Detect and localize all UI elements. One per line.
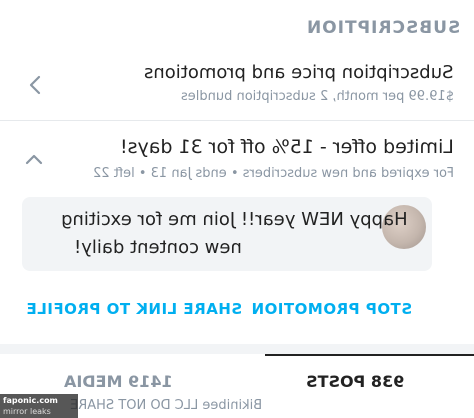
price-subtitle-text: $19.99 per month, 2 subscription bundles xyxy=(181,89,454,104)
footer-caption: Bikinibee LLC DO NOT SHARE xyxy=(70,398,262,413)
tab-posts-text: 938 POSTS xyxy=(306,372,405,391)
offer-subtitle-text: For expired and new subscribers • ends J… xyxy=(92,166,454,181)
tab-media-text: 1419 MEDIA xyxy=(64,372,173,391)
watermark: faponic.com mirror leaks xyxy=(0,394,78,418)
tab-posts-label: 938 POSTS xyxy=(237,372,474,391)
subscription-page: SUBSCRIPTION Subscription price and prom… xyxy=(0,0,474,418)
promotion-message-bubble: Happy NEW year!! Join me for exciting ne… xyxy=(22,197,432,271)
divider xyxy=(0,120,474,121)
stop-promotion-button[interactable]: STOP PROMOTION xyxy=(251,300,412,318)
active-tab-indicator xyxy=(265,354,474,356)
offer-subtitle: For expired and new subscribers • ends J… xyxy=(93,166,454,181)
watermark-sub: mirror leaks xyxy=(3,407,51,416)
watermark-brand: faponic.com xyxy=(3,396,58,405)
message-line-2: new content daily! xyxy=(74,237,242,258)
message-line-1-text: Happy NEW year!! Join me for exciting xyxy=(61,209,408,230)
offer-title: Limited offer - 15% off for 31 days! xyxy=(120,136,454,158)
section-title: SUBSCRIPTION xyxy=(306,18,460,38)
message-line-2-text: new content daily! xyxy=(74,237,242,258)
share-link-to-profile-button[interactable]: SHARE LINK TO PROFILE xyxy=(26,300,242,318)
section-title-text: SUBSCRIPTION xyxy=(305,18,460,38)
price-and-promotions-row[interactable]: Subscription price and promotions $19.99… xyxy=(0,56,474,118)
chevron-left-icon xyxy=(29,75,41,95)
message-line-1: Happy NEW year!! Join me for exciting xyxy=(61,209,408,230)
footer-caption-text: Bikinibee LLC DO NOT SHARE xyxy=(70,398,263,413)
price-subtitle: $19.99 per month, 2 subscription bundles xyxy=(181,89,454,104)
section-divider xyxy=(0,344,474,354)
tab-media-label: 1419 MEDIA xyxy=(0,372,237,391)
price-title: Subscription price and promotions xyxy=(144,62,454,83)
share-link-label: SHARE LINK TO PROFILE xyxy=(26,300,243,318)
price-title-text: Subscription price and promotions xyxy=(144,62,454,83)
tab-posts[interactable]: 938 POSTS xyxy=(237,354,474,410)
chevron-up-icon[interactable] xyxy=(24,152,44,166)
stop-promotion-label: STOP PROMOTION xyxy=(250,300,412,318)
offer-title-text: Limited offer - 15% off for 31 days! xyxy=(120,136,454,158)
limited-offer-row[interactable]: Limited offer - 15% off for 31 days! For… xyxy=(0,128,474,188)
